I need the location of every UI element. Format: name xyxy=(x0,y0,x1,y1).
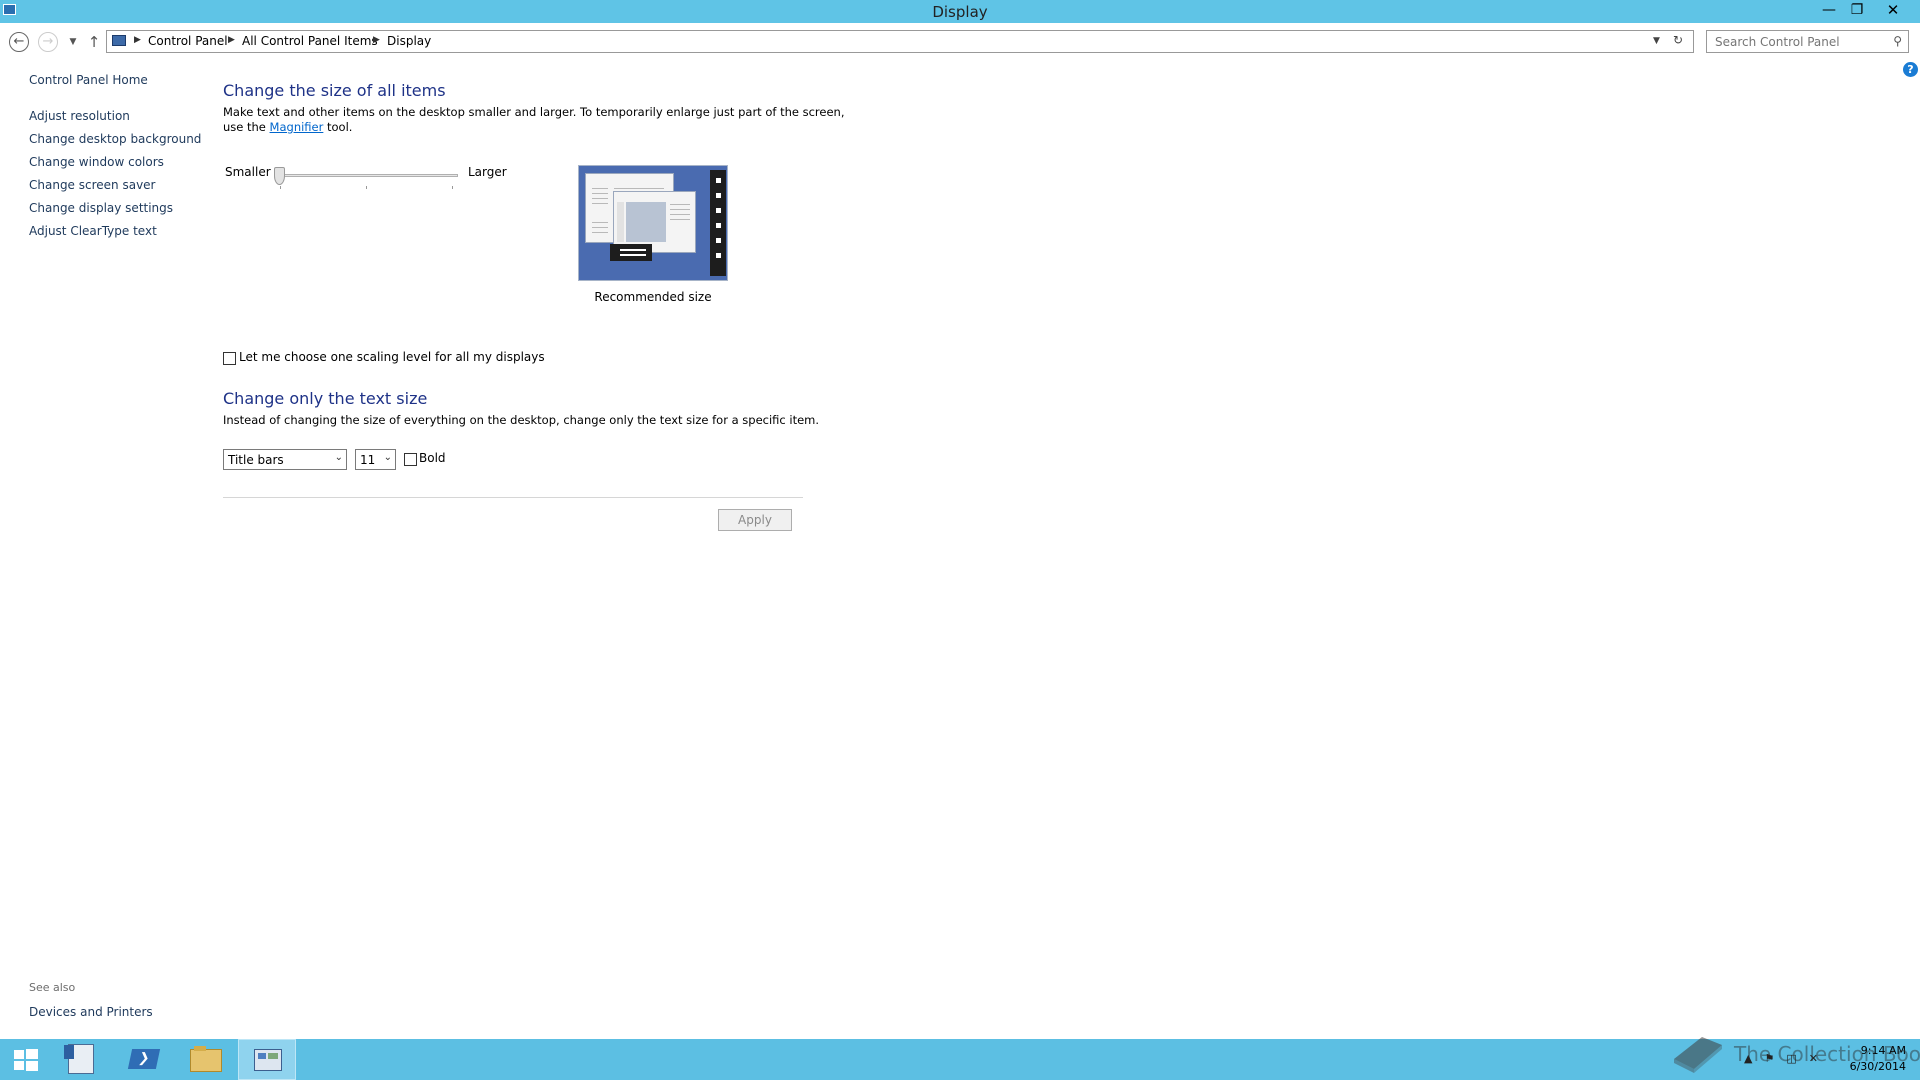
size-description-line1: Make text and other items on the desktop… xyxy=(223,105,845,119)
slider-min-label: Smaller xyxy=(225,165,271,179)
size-slider-thumb[interactable] xyxy=(274,167,285,185)
restore-button[interactable]: ❐ xyxy=(1844,0,1870,20)
breadcrumb-separator-icon[interactable]: ▶ xyxy=(228,35,235,45)
chevron-down-icon: ⌄ xyxy=(334,452,343,463)
address-bar[interactable]: ▶ Control Panel ▶ All Control Panel Item… xyxy=(106,30,1694,53)
breadcrumb-separator-icon[interactable]: ▶ xyxy=(373,35,380,45)
up-button[interactable]: ↑ xyxy=(83,32,105,54)
forward-button[interactable]: → xyxy=(38,32,58,52)
item-select[interactable]: Title bars ⌄ xyxy=(223,449,347,470)
size-description-line2: use the Magnifier tool. xyxy=(223,120,353,134)
slider-max-label: Larger xyxy=(468,165,507,179)
start-button[interactable] xyxy=(0,1039,56,1080)
breadcrumb-separator-icon: ▶ xyxy=(134,35,141,45)
breadcrumb-control-panel[interactable]: Control Panel xyxy=(148,34,228,48)
scaling-level-checkbox[interactable] xyxy=(223,352,236,365)
sidebar-item-adjust-resolution[interactable]: Adjust resolution xyxy=(29,109,130,123)
file-explorer-taskbar-icon[interactable] xyxy=(180,1039,236,1080)
taskbar: ❯ ▲⚑◫✕ 9:14 AM 6/30/2014 xyxy=(0,1039,1920,1080)
breadcrumb-display[interactable]: Display xyxy=(387,34,431,48)
chevron-down-icon: ⌄ xyxy=(383,452,392,463)
breadcrumb-all-items[interactable]: All Control Panel Items xyxy=(242,34,378,48)
sidebar-item-change-desktop-background[interactable]: Change desktop background xyxy=(29,132,201,146)
text-size-description: Instead of changing the size of everythi… xyxy=(223,413,820,427)
slider-tick xyxy=(452,186,453,189)
navigation-bar: ← → ▼ ↑ ▶ Control Panel ▶ All Control Pa… xyxy=(0,23,1920,58)
display-preview-image xyxy=(578,165,728,281)
refresh-icon[interactable]: ↻ xyxy=(1673,33,1683,47)
item-select-value: Title bars xyxy=(228,453,284,467)
address-dropdown-chevron-icon[interactable]: ▼ xyxy=(1653,36,1660,46)
help-icon[interactable]: ? xyxy=(1903,62,1918,77)
window-title: Display xyxy=(932,3,988,21)
search-box[interactable]: ⚲ xyxy=(1706,30,1909,53)
bold-label[interactable]: Bold xyxy=(419,451,446,465)
scaling-level-label[interactable]: Let me choose one scaling level for all … xyxy=(239,350,545,364)
powershell-taskbar-icon[interactable]: ❯ xyxy=(118,1039,174,1080)
preview-sidebar xyxy=(710,170,726,276)
minimize-button[interactable]: — xyxy=(1816,0,1842,20)
divider xyxy=(223,497,803,498)
size-slider-track[interactable] xyxy=(276,174,458,177)
watermark-book-icon xyxy=(1674,1037,1722,1073)
watermark-text: The Collection Book xyxy=(1734,1042,1920,1066)
font-size-select-value: 11 xyxy=(360,453,376,467)
sidebar-item-adjust-cleartype[interactable]: Adjust ClearType text xyxy=(29,224,157,238)
recommended-size-caption: Recommended size xyxy=(594,290,712,304)
size-heading: Change the size of all items xyxy=(223,81,446,100)
see-also-heading: See also xyxy=(29,981,76,994)
server-manager-taskbar-icon[interactable] xyxy=(56,1039,112,1080)
recent-locations-chevron-icon[interactable]: ▼ xyxy=(62,32,84,54)
magnifier-link[interactable]: Magnifier xyxy=(270,120,324,134)
close-button[interactable]: ✕ xyxy=(1880,0,1906,20)
sidebar-item-change-display-settings[interactable]: Change display settings xyxy=(29,201,173,215)
sidebar-item-change-window-colors[interactable]: Change window colors xyxy=(29,155,164,169)
title-bar: Display — ❐ ✕ xyxy=(0,0,1920,23)
preview-taskbar xyxy=(610,244,652,261)
search-icon[interactable]: ⚲ xyxy=(1893,34,1902,48)
slider-tick xyxy=(366,186,367,189)
font-size-select[interactable]: 11 ⌄ xyxy=(355,449,396,470)
search-input[interactable] xyxy=(1715,32,1885,51)
sidebar-item-change-screen-saver[interactable]: Change screen saver xyxy=(29,178,156,192)
control-panel-taskbar-icon[interactable] xyxy=(238,1039,296,1080)
bold-checkbox[interactable] xyxy=(404,453,417,466)
see-also-devices-printers-link[interactable]: Devices and Printers xyxy=(29,1005,153,1019)
slider-tick xyxy=(280,186,281,189)
sidebar-item-control-panel-home[interactable]: Control Panel Home xyxy=(29,73,148,87)
control-panel-icon xyxy=(112,35,126,46)
apply-button[interactable]: Apply xyxy=(718,509,792,531)
text-size-heading: Change only the text size xyxy=(223,389,428,408)
back-button[interactable]: ← xyxy=(9,32,29,52)
windows-logo-icon xyxy=(14,1049,38,1071)
